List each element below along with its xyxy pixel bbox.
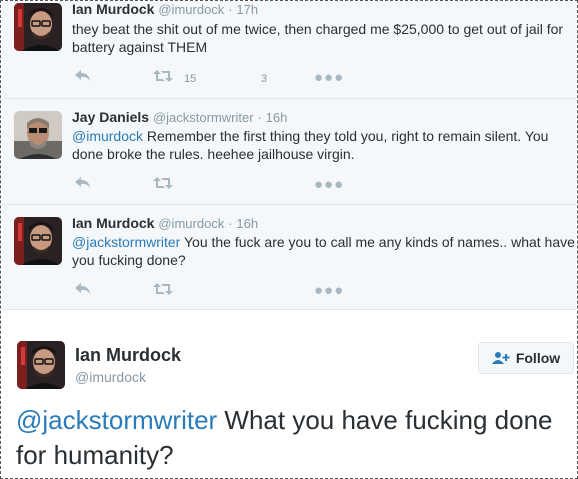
tweet-text: @jackstormwriter You the fuck are you to… [72,233,576,269]
timestamp[interactable]: 17h [236,2,258,17]
reply-button[interactable] [74,281,92,297]
tweet[interactable]: Ian Murdock @imurdock · 17h they beat th… [2,1,576,99]
reply-icon [75,283,90,294]
follow-label: Follow [515,350,561,366]
reply-icon [75,177,90,188]
retweet-icon [153,177,173,189]
avatar[interactable] [14,111,62,159]
more-button[interactable]: ●●● [314,70,344,86]
follow-user-icon [491,352,510,364]
separator: · [257,110,262,125]
tweet-screenshot: Ian Murdock @imurdock · 17h they beat th… [0,0,578,479]
author-name[interactable]: Ian Murdock [72,1,154,17]
avatar[interactable] [17,341,65,389]
reply-button[interactable] [74,175,92,191]
separator: · [228,216,233,231]
timestamp[interactable]: 16h [266,110,288,125]
tweet-header: Ian Murdock @imurdock · 17h [72,1,258,17]
tweet-header: Ian Murdock @imurdock · 16h [72,215,258,231]
more-button[interactable]: ●●● [314,177,344,193]
retweet-button[interactable] [153,281,173,297]
separator: · [228,2,233,17]
more-icon: ●●● [314,69,345,86]
tweet-body: Remember the first thing they told you, … [72,128,549,162]
avatar[interactable] [14,217,62,265]
more-button[interactable]: ●●● [314,283,344,299]
reply-button[interactable] [74,68,92,84]
tweet[interactable]: Jay Daniels @jackstormwriter · 16h @imur… [2,99,576,205]
avatar[interactable] [14,3,62,51]
author-handle[interactable]: @imurdock [75,369,146,385]
reply-icon [75,70,90,81]
mention-link[interactable]: @jackstormwriter [72,234,180,250]
retweet-button[interactable] [153,68,173,84]
mention-link[interactable]: @jackstormwriter [16,405,217,435]
retweet-count[interactable]: 15 [184,71,196,87]
tweet-text: @jackstormwriter What you have fucking d… [16,403,572,473]
tweet[interactable]: Ian Murdock @imurdock · 16h @jackstormwr… [2,205,576,310]
conversation-thread: Ian Murdock @imurdock · 17h they beat th… [2,1,576,310]
author-name[interactable]: Ian Murdock [72,215,154,231]
author-handle[interactable]: @imurdock [158,216,224,231]
retweet-button[interactable] [153,175,173,191]
more-icon: ●●● [314,176,345,193]
timestamp[interactable]: 16h [236,216,258,231]
favorite-count[interactable]: 3 [261,71,267,87]
focused-tweet: Ian Murdock @imurdock Follow @jackstormw… [2,310,576,478]
retweet-icon [153,283,173,295]
follow-button[interactable]: Follow [478,342,574,374]
author-name[interactable]: Ian Murdock [75,345,181,366]
mention-link[interactable]: @imurdock [72,128,143,144]
tweet-text: @imurdock Remember the first thing they … [72,127,576,163]
author-name[interactable]: Jay Daniels [72,109,149,125]
tweet-text: they beat the shit out of me twice, then… [72,21,564,55]
more-icon: ●●● [314,282,345,299]
retweet-icon [153,70,173,82]
tweet-header: Jay Daniels @jackstormwriter · 16h [72,109,287,125]
author-handle[interactable]: @imurdock [158,2,224,17]
author-handle[interactable]: @jackstormwriter [153,110,254,125]
